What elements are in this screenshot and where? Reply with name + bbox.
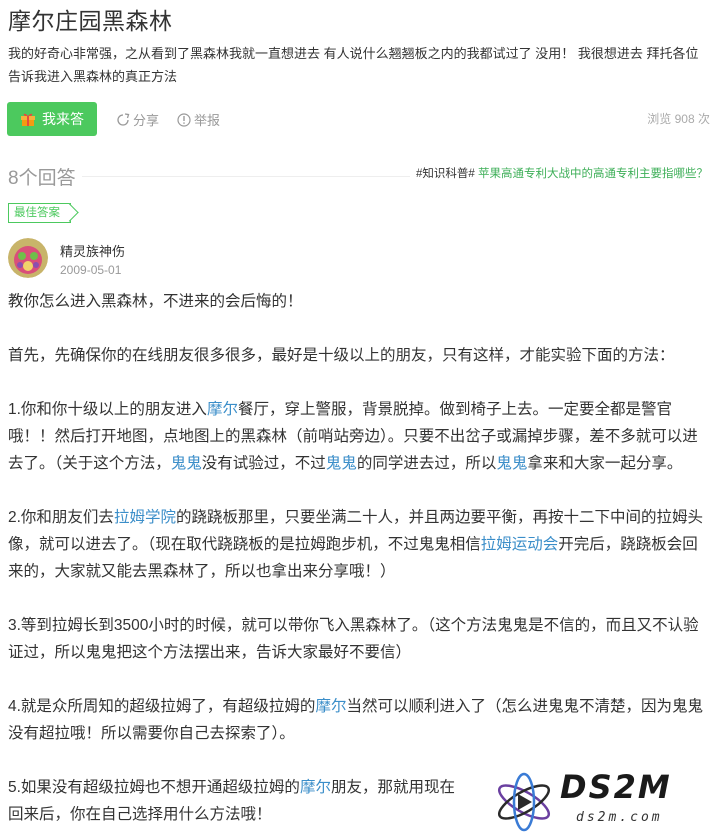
view-count: 浏览 908 次: [647, 112, 710, 126]
watermark-url: ds2m.com: [576, 810, 663, 825]
text-segment: 2.你和朋友们去: [8, 509, 114, 526]
answer-paragraph: 2.你和朋友们去拉姆学院的跷跷板那里，只要坐满二十人，并且两边要平衡，再按十二下…: [8, 504, 712, 585]
avatar-image: [8, 238, 48, 278]
answer-button-label: 我来答: [42, 111, 84, 127]
share-label: 分享: [133, 113, 160, 128]
gift-icon: [21, 113, 35, 126]
atom-logo-icon: [497, 772, 551, 832]
link-moer[interactable]: 摩尔: [300, 779, 331, 796]
question-description: 我的好奇心非常强，之从看到了黑森林我就一直想进去 有人说什么翘翘板之内的我都试过…: [8, 46, 699, 84]
text-segment: 4.就是众所周知的超级拉姆了，有超级拉姆的: [8, 698, 316, 715]
answer-content: 教你怎么进入黑森林，不进来的会后悔的！ 首先，先确保你的在线朋友很多很多，最好是…: [8, 288, 712, 837]
answer-username[interactable]: 精灵族神伤: [60, 241, 125, 260]
best-answer-badge: 最佳答案: [8, 203, 71, 223]
question-title: 摩尔庄园黑森林: [8, 8, 173, 34]
promo-tag: #知识科普#: [416, 168, 475, 180]
promo-link[interactable]: 苹果高通专利大战中的高通专利主要指哪些？: [478, 168, 708, 180]
watermark-text: DS2M: [560, 768, 672, 806]
answer-button[interactable]: 我来答: [7, 102, 97, 136]
report-button[interactable]: 举报: [177, 110, 220, 129]
warning-icon: [177, 112, 191, 127]
share-icon: [117, 112, 130, 126]
promo-banner: #知识科普# 苹果高通专利大战中的高通专利主要指哪些？: [410, 165, 708, 181]
text-segment: 朋友，那就用现在: [330, 779, 455, 796]
link-lamu-games[interactable]: 拉姆运动会: [481, 536, 559, 553]
text-segment: 没有试验过，不过: [201, 455, 326, 472]
answer-paragraph: 1.你和你十级以上的朋友进入摩尔餐厅，穿上警服，背景脱掉。做到椅子上去。一定要全…: [8, 396, 712, 477]
answer-paragraph: 教你怎么进入黑森林，不进来的会后悔的！: [8, 293, 303, 310]
text-segment: 的同学进去过，所以: [356, 455, 497, 472]
answer-date: 2009-05-01: [60, 263, 122, 277]
link-lamu-college[interactable]: 拉姆学院: [114, 509, 176, 526]
answer-paragraph: 首先，先确保你的在线朋友很多很多，最好是十级以上的朋友，只有这样，才能实验下面的…: [8, 347, 675, 364]
link-guigui[interactable]: 鬼鬼: [496, 455, 527, 472]
answer-paragraph: 4.就是众所周知的超级拉姆了，有超级拉姆的摩尔当然可以顺利进入了（怎么进鬼鬼不清…: [8, 693, 712, 747]
watermark: DS2M ds2m.com: [488, 766, 714, 837]
answer-paragraph: 3.等到拉姆长到3500小时的时候，就可以带你飞入黑森林了。（这个方法鬼鬼是不信…: [8, 617, 699, 661]
link-moer[interactable]: 摩尔: [207, 401, 238, 418]
link-guigui[interactable]: 鬼鬼: [171, 455, 202, 472]
link-moer[interactable]: 摩尔: [315, 698, 346, 715]
answer-count: 8个回答: [8, 168, 76, 189]
avatar[interactable]: [8, 238, 48, 278]
text-segment: 拿来和大家一起分享。: [527, 455, 683, 472]
report-label: 举报: [194, 113, 221, 128]
share-button[interactable]: 分享: [116, 110, 159, 129]
text-segment: 1.你和你十级以上的朋友进入: [8, 401, 207, 418]
text-segment: 回来后，你在自己选择用什么方法哦！: [8, 806, 272, 823]
text-segment: 5.如果没有超级拉姆也不想开通超级拉姆的: [8, 779, 300, 796]
link-guigui[interactable]: 鬼鬼: [326, 455, 357, 472]
